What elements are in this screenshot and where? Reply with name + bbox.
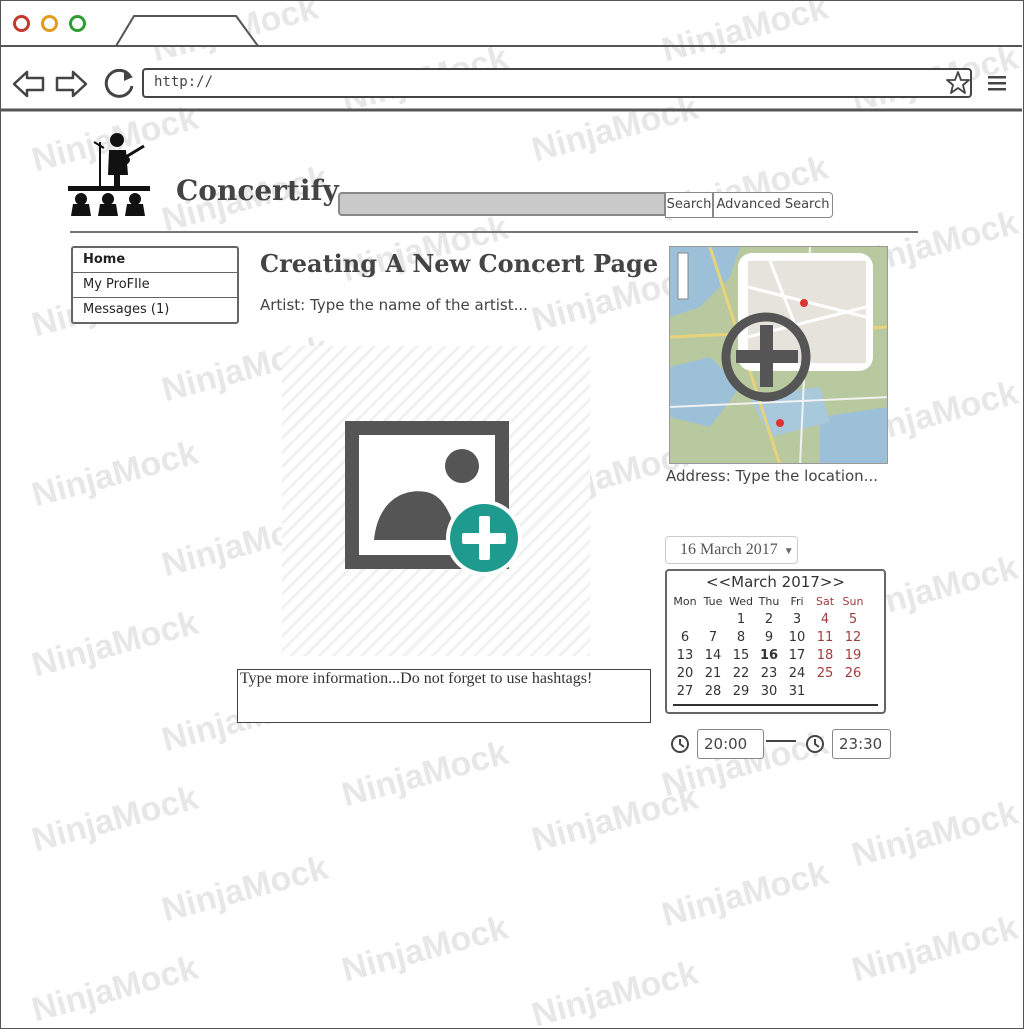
url-bar[interactable]: http:// [142, 68, 972, 98]
calendar-day[interactable]: 21 [699, 665, 727, 683]
nav-item-my-profile[interactable]: My ProFIle [73, 273, 237, 298]
calendar: <<March 2017>> Mon Tue Wed Thu Fri Sat Sun 1 2 3 4… [665, 569, 886, 714]
calendar-day[interactable]: 28 [699, 683, 727, 701]
location-map[interactable] [669, 246, 888, 464]
calendar-day-of-week: Sat [815, 595, 835, 608]
calendar-empty-cell [671, 611, 699, 629]
advanced-search-button[interactable]: Advanced Search [713, 192, 833, 218]
calendar-empty-cell [699, 611, 727, 629]
calendar-day[interactable]: 17 [783, 647, 811, 665]
nav-item-messages[interactable]: Messages (1) [73, 298, 237, 322]
calendar-day-of-week: Tue [703, 595, 723, 608]
calendar-day[interactable]: 15 [727, 647, 755, 665]
calendar-day-of-week: Sun [842, 595, 864, 608]
calendar-day[interactable]: 31 [783, 683, 811, 701]
calendar-empty-cell [839, 683, 867, 701]
back-arrow-icon[interactable] [12, 68, 46, 100]
calendar-day[interactable]: 26 [839, 665, 867, 683]
menu-hamburger-icon[interactable] [987, 74, 1007, 92]
calendar-day[interactable]: 18 [811, 647, 839, 665]
calendar-day[interactable]: 30 [755, 683, 783, 701]
end-time-input[interactable]: 23:30 [832, 729, 891, 759]
calendar-day[interactable]: 5 [839, 611, 867, 629]
reload-icon[interactable] [102, 66, 138, 102]
calendar-day[interactable]: 29 [727, 683, 755, 701]
calendar-day[interactable]: 9 [755, 629, 783, 647]
artist-input[interactable]: Artist: Type the name of the artist... [260, 296, 528, 314]
start-time-input[interactable]: 20:00 [697, 729, 764, 759]
sidebar-nav: Home My ProFIle Messages (1) [71, 246, 239, 324]
calendar-day-of-week: Mon [673, 595, 697, 608]
calendar-day[interactable]: 13 [671, 647, 699, 665]
selected-date: 16 March 2017 [680, 541, 778, 558]
calendar-month-header[interactable]: <<March 2017>> [667, 571, 884, 593]
calendar-day[interactable]: 3 [783, 611, 811, 629]
calendar-day[interactable]: 12 [839, 629, 867, 647]
calendar-day[interactable]: 16 [755, 647, 783, 665]
chevron-down-icon: ▼ [783, 546, 794, 557]
site-title: Concertify [176, 174, 339, 207]
header-divider [70, 231, 918, 233]
url-text: http:// [154, 74, 214, 90]
calendar-day[interactable]: 22 [727, 665, 755, 683]
calendar-day[interactable]: 2 [755, 611, 783, 629]
clock-icon [671, 735, 689, 753]
calendar-day[interactable]: 24 [783, 665, 811, 683]
add-image-icon [345, 421, 522, 576]
calendar-day[interactable]: 11 [811, 629, 839, 647]
calendar-day[interactable]: 1 [727, 611, 755, 629]
date-dropdown[interactable]: 16 March 2017 ▼ [665, 536, 798, 564]
clock-icon [806, 735, 824, 753]
address-input[interactable]: Address: Type the location... [666, 467, 878, 485]
bookmark-star-icon[interactable] [945, 70, 971, 96]
calendar-day[interactable]: 25 [811, 665, 839, 683]
calendar-footer-line [673, 704, 878, 706]
calendar-day[interactable]: 19 [839, 647, 867, 665]
image-upload-area[interactable] [282, 346, 590, 656]
calendar-day[interactable]: 6 [671, 629, 699, 647]
calendar-day[interactable]: 20 [671, 665, 699, 683]
search-button[interactable]: Search [665, 192, 713, 218]
page-heading: Creating A New Concert Page [260, 249, 659, 278]
calendar-day[interactable]: 7 [699, 629, 727, 647]
map-image [670, 247, 887, 463]
concert-logo-icon [68, 133, 150, 216]
calendar-empty-cell [811, 683, 839, 701]
calendar-day-of-week: Fri [790, 595, 804, 608]
browser-tab[interactable] [120, 20, 254, 46]
calendar-day[interactable]: 23 [755, 665, 783, 683]
information-textarea[interactable]: Type more information...Do not forget to… [237, 669, 651, 723]
calendar-day[interactable]: 14 [699, 647, 727, 665]
calendar-grid: Mon Tue Wed Thu Fri Sat Sun 1 2 3 4 5 6 7 8 9 10 11 12 13 14… [671, 593, 884, 701]
forward-arrow-icon[interactable] [54, 68, 88, 100]
calendar-day[interactable]: 27 [671, 683, 699, 701]
search-input[interactable] [338, 192, 666, 216]
calendar-day[interactable]: 10 [783, 629, 811, 647]
calendar-day-of-week: Thu [758, 595, 780, 608]
time-range-separator [766, 740, 796, 742]
calendar-day[interactable]: 8 [727, 629, 755, 647]
calendar-day[interactable]: 4 [811, 611, 839, 629]
calendar-day-of-week: Wed [729, 595, 753, 608]
nav-item-home[interactable]: Home [73, 248, 237, 273]
